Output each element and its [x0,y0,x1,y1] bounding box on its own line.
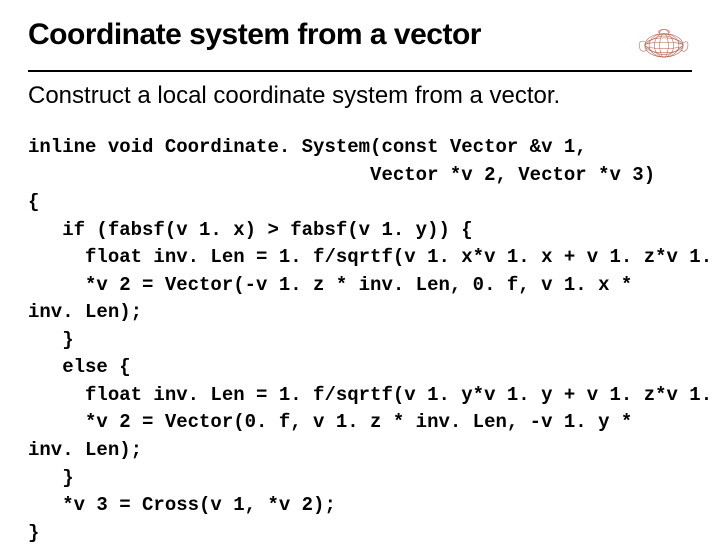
code-block: inline void Coordinate. System(const Vec… [28,134,692,547]
slide-subtitle: Construct a local coordinate system from… [28,82,692,110]
teapot-icon [636,16,692,64]
slide-header: Coordinate system from a vector [28,18,692,72]
slide: Coordinate system from a vector [0,0,720,557]
slide-title: Coordinate system from a vector [28,18,481,53]
